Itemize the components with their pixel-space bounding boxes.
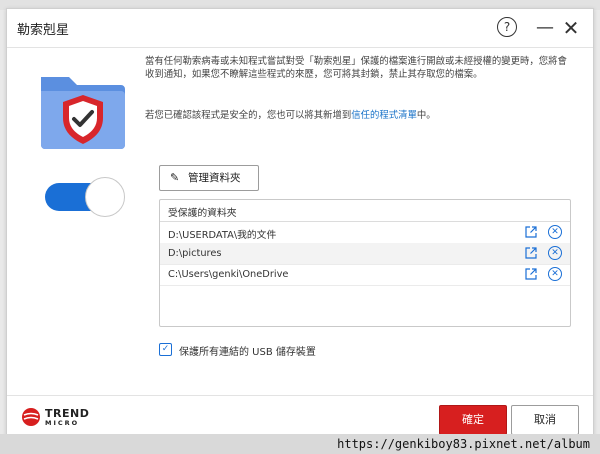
pencil-icon: ✎: [170, 171, 180, 184]
folder-path: D:\USERDATA\我的文件: [168, 230, 277, 241]
window-title: 勒索剋星: [17, 23, 70, 38]
table-row[interactable]: D:\USERDATA\我的文件 ✕: [160, 222, 570, 244]
shield-folder-icon: [37, 71, 127, 155]
description-text: 當有任何勒索病毒或未知程式嘗試對受「勒索剋星」保護的檔案進行開啟或未經授權的變更…: [145, 56, 567, 80]
table-row[interactable]: D:\pictures ✕: [160, 243, 570, 265]
manage-folders-button[interactable]: ✎ 管理資料夾: [159, 165, 259, 191]
toggle-knob: [85, 177, 125, 217]
ok-button[interactable]: 確定: [439, 405, 507, 435]
close-button[interactable]: ✕: [559, 16, 583, 40]
trend-micro-ball-icon: [22, 408, 40, 426]
note-prefix: 若您已確認該程式是安全的，您也可以將其新增到: [145, 110, 352, 121]
trusted-programs-note: 若您已確認該程式是安全的，您也可以將其新增到信任的程式清單中。: [145, 109, 575, 122]
remove-folder-icon[interactable]: ✕: [548, 225, 562, 239]
usb-checkbox[interactable]: ✓: [159, 343, 172, 356]
folder-path: C:\Users\genki\OneDrive: [168, 269, 289, 280]
trend-micro-logo: TREND MICRO: [21, 407, 89, 431]
protection-toggle[interactable]: [45, 177, 127, 217]
brand-line2: MICRO: [45, 419, 80, 427]
help-button[interactable]: ?: [497, 17, 517, 37]
open-folder-icon[interactable]: [525, 226, 537, 238]
table-row[interactable]: C:\Users\genki\OneDrive ✕: [160, 264, 570, 286]
protected-folders-list: 受保護的資料夾 D:\USERDATA\我的文件 ✕ D:\pictures ✕…: [159, 199, 571, 327]
open-folder-icon[interactable]: [525, 268, 537, 280]
open-folder-icon[interactable]: [525, 247, 537, 259]
watermark-bar: https://genkiboy83.pixnet.net/album: [0, 434, 600, 454]
note-suffix: 中。: [416, 110, 436, 121]
footer-divider: [7, 395, 593, 396]
list-header-label: 受保護的資料夾: [168, 208, 237, 219]
folder-path: D:\pictures: [168, 248, 222, 259]
ransomware-protection-dialog: 勒索剋星 ? — ✕ 當有任何勒索病毒或未知程式嘗試對受「勒索剋星」保護的檔案進…: [6, 8, 594, 436]
minimize-button[interactable]: —: [533, 16, 557, 40]
manage-folders-label: 管理資料夾: [188, 172, 241, 184]
remove-folder-icon[interactable]: ✕: [548, 246, 562, 260]
list-header: 受保護的資料夾: [160, 200, 570, 222]
trusted-programs-link[interactable]: 信任的程式清單: [351, 110, 417, 121]
title-bar: 勒索剋星 ? — ✕: [7, 9, 593, 48]
remove-folder-icon[interactable]: ✕: [548, 267, 562, 281]
watermark-text: https://genkiboy83.pixnet.net/album: [337, 437, 590, 451]
usb-label: 保護所有連結的 USB 儲存裝置: [179, 347, 316, 358]
cancel-button[interactable]: 取消: [511, 405, 579, 435]
